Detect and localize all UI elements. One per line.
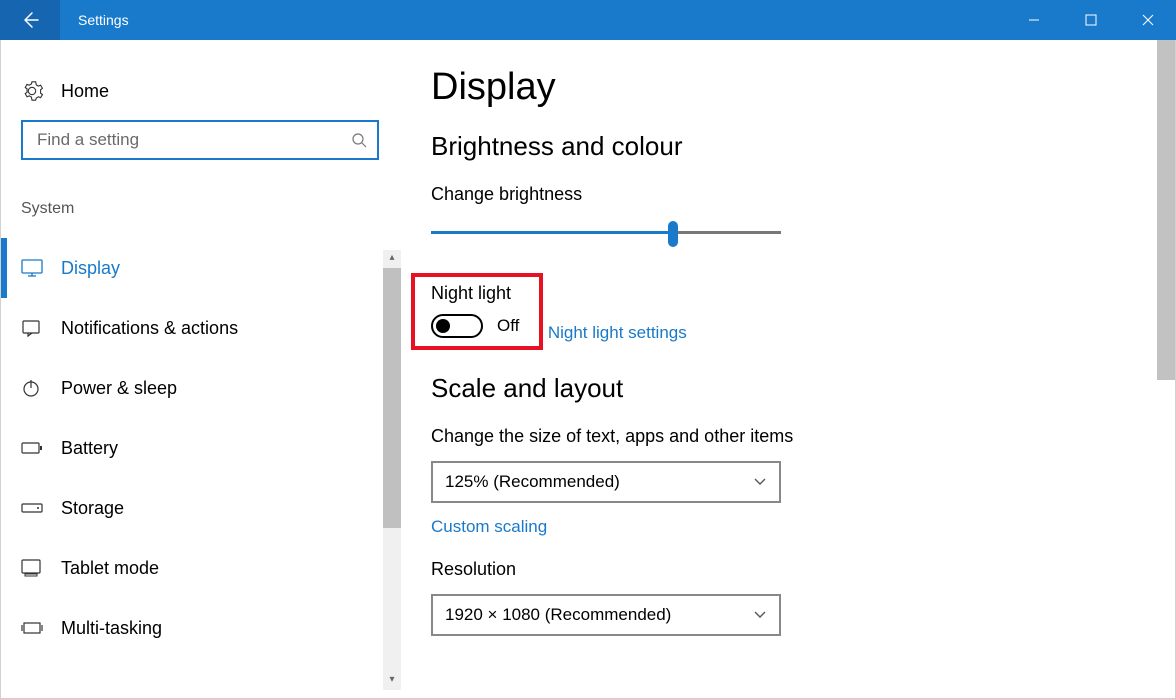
scale-dropdown[interactable]: 125% (Recommended)	[431, 461, 781, 503]
arrow-left-icon	[20, 10, 40, 30]
minimize-icon	[1028, 14, 1040, 26]
close-button[interactable]	[1119, 0, 1176, 40]
night-light-settings-link[interactable]: Night light settings	[548, 323, 687, 343]
chevron-down-icon	[753, 610, 767, 620]
window-title: Settings	[78, 12, 129, 28]
battery-icon	[21, 441, 43, 455]
display-icon	[21, 259, 43, 277]
sidebar-item-label: Display	[61, 258, 120, 279]
sidebar-item-label: Power & sleep	[61, 378, 177, 399]
main-content: Display Brightness and colour Change bri…	[401, 40, 1175, 698]
sidebar-item-power[interactable]: Power & sleep	[21, 358, 401, 418]
titlebar: Settings	[0, 0, 1176, 40]
nav-list: Display Notifications & actions Power & …	[21, 238, 401, 658]
resolution-value: 1920 × 1080 (Recommended)	[445, 605, 671, 625]
sidebar-section-label: System	[21, 200, 401, 218]
storage-icon	[21, 501, 43, 515]
slider-thumb[interactable]	[668, 221, 678, 247]
search-icon	[351, 132, 367, 148]
back-button[interactable]	[0, 0, 60, 40]
scale-value: 125% (Recommended)	[445, 472, 620, 492]
sidebar-item-display[interactable]: Display	[21, 238, 401, 298]
search-input[interactable]	[37, 130, 351, 150]
sidebar-item-tablet[interactable]: Tablet mode	[21, 538, 401, 598]
brightness-label: Change brightness	[431, 184, 1145, 205]
resolution-dropdown[interactable]: 1920 × 1080 (Recommended)	[431, 594, 781, 636]
section-scale-heading: Scale and layout	[431, 373, 1145, 404]
night-light-state: Off	[497, 316, 519, 336]
custom-scaling-link[interactable]: Custom scaling	[431, 517, 547, 537]
chevron-down-icon	[753, 477, 767, 487]
close-icon	[1142, 14, 1154, 26]
sidebar-scrollbar[interactable]: ▴ ▾	[383, 250, 401, 690]
notifications-icon	[21, 318, 41, 338]
sidebar: Home System Display	[1, 40, 401, 698]
page-title: Display	[431, 66, 1145, 109]
home-label: Home	[61, 81, 109, 102]
sidebar-item-notifications[interactable]: Notifications & actions	[21, 298, 401, 358]
resolution-label: Resolution	[431, 559, 1145, 580]
tablet-icon	[21, 559, 41, 577]
search-input-wrapper[interactable]	[21, 120, 379, 160]
sidebar-item-multitasking[interactable]: Multi-tasking	[21, 598, 401, 658]
sidebar-item-label: Storage	[61, 498, 124, 519]
scroll-up-icon[interactable]: ▴	[383, 250, 401, 268]
night-light-toggle[interactable]	[431, 314, 483, 338]
sidebar-item-label: Multi-tasking	[61, 618, 162, 639]
multitasking-icon	[21, 620, 43, 636]
sidebar-item-label: Notifications & actions	[61, 318, 238, 339]
maximize-button[interactable]	[1062, 0, 1119, 40]
night-light-highlight: Night light Off	[411, 273, 543, 350]
window-controls	[1005, 0, 1176, 40]
gear-icon	[21, 80, 43, 102]
sidebar-item-label: Battery	[61, 438, 118, 459]
brightness-slider[interactable]	[431, 219, 781, 249]
maximize-icon	[1085, 14, 1097, 26]
main-scrollbar-thumb[interactable]	[1157, 40, 1175, 380]
scroll-down-icon[interactable]: ▾	[383, 672, 401, 690]
scale-label: Change the size of text, apps and other …	[431, 426, 1145, 447]
minimize-button[interactable]	[1005, 0, 1062, 40]
sidebar-home[interactable]: Home	[21, 70, 401, 120]
sidebar-item-label: Tablet mode	[61, 558, 159, 579]
sidebar-item-battery[interactable]: Battery	[21, 418, 401, 478]
scrollbar-thumb[interactable]	[383, 268, 401, 528]
sidebar-item-storage[interactable]: Storage	[21, 478, 401, 538]
night-light-label: Night light	[431, 283, 519, 304]
power-icon	[21, 378, 41, 398]
section-brightness-heading: Brightness and colour	[431, 131, 1145, 162]
